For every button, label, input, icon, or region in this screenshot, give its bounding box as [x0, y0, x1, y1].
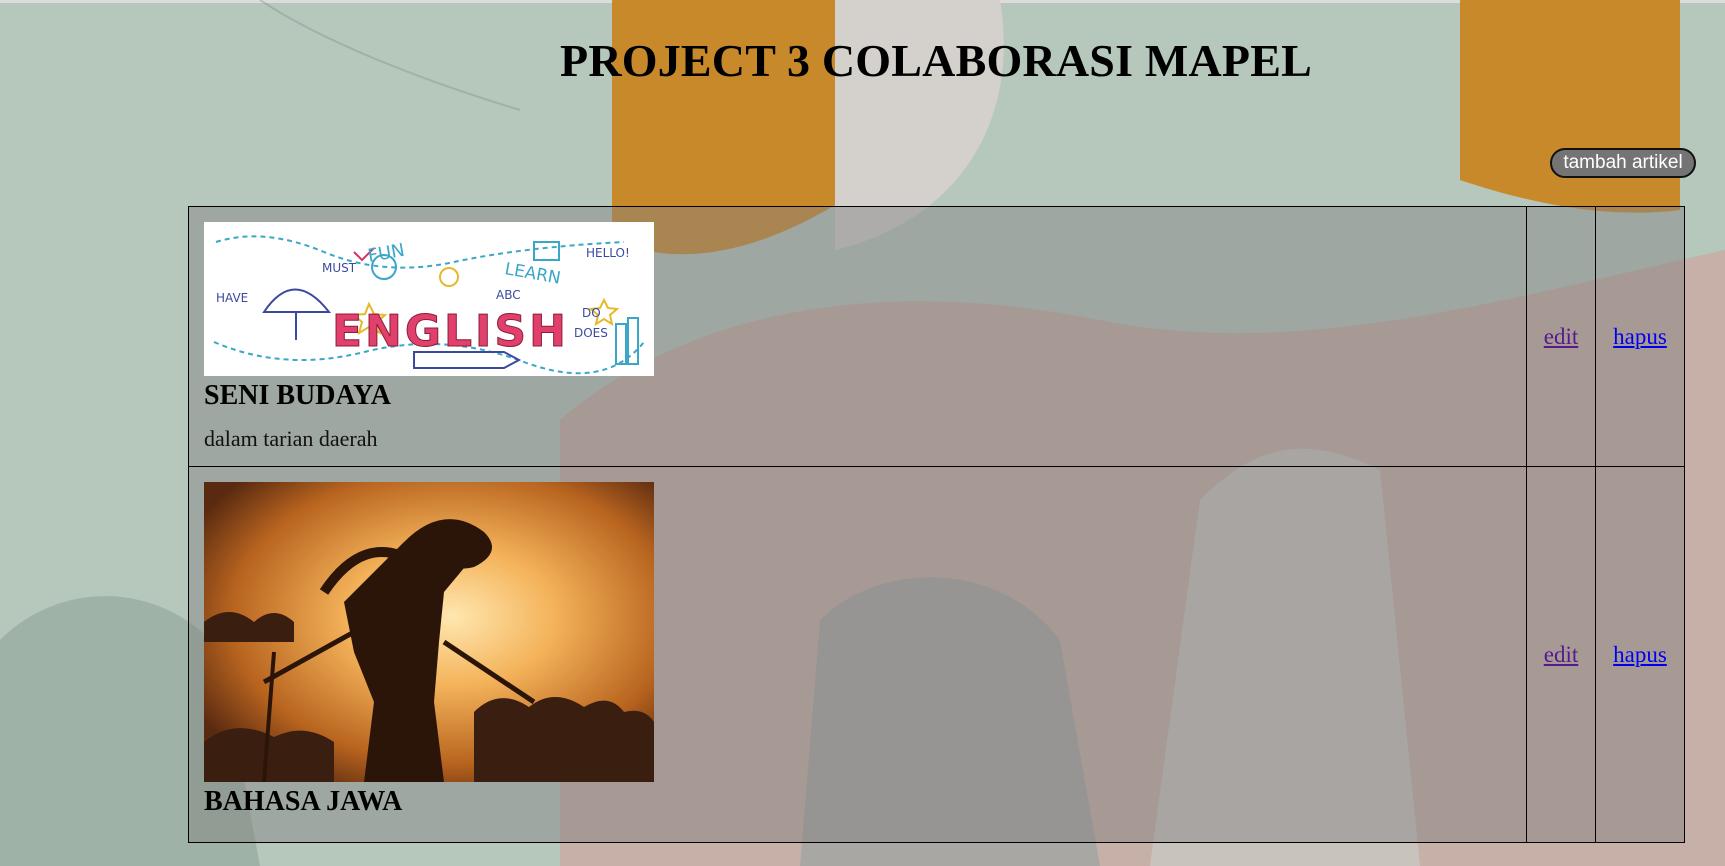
svg-text:DOES: DOES [574, 326, 608, 340]
table-row: BAHASA JAWA edit hapus [188, 466, 1685, 843]
edit-link[interactable]: edit [1544, 642, 1579, 667]
svg-text:MUST: MUST [322, 261, 357, 275]
edit-cell: edit [1526, 466, 1596, 843]
delete-link[interactable]: hapus [1613, 642, 1667, 667]
page: PROJECT 3 COLABORASI MAPEL tambah artike… [0, 0, 1725, 866]
svg-text:ABC: ABC [496, 288, 521, 302]
edit-cell: edit [1526, 206, 1596, 467]
delete-link[interactable]: hapus [1613, 324, 1667, 349]
articles-table: FUN LEARN HELLO! MUST HAVE ABC DO DOES E… [188, 206, 1685, 843]
edit-link[interactable]: edit [1544, 324, 1579, 349]
delete-cell: hapus [1595, 466, 1685, 843]
page-title: PROJECT 3 COLABORASI MAPEL [560, 35, 1312, 86]
english-logo-text: ENGLISH [332, 306, 569, 357]
article-title: SENI BUDAYA [204, 380, 392, 411]
article-image-english: FUN LEARN HELLO! MUST HAVE ABC DO DOES E… [204, 222, 654, 376]
table-row: FUN LEARN HELLO! MUST HAVE ABC DO DOES E… [188, 206, 1685, 467]
delete-cell: hapus [1595, 206, 1685, 467]
svg-text:DO: DO [582, 306, 601, 320]
article-content-cell: FUN LEARN HELLO! MUST HAVE ABC DO DOES E… [188, 206, 1527, 467]
article-title: BAHASA JAWA [204, 786, 403, 817]
article-description: dalam tarian daerah [204, 426, 378, 451]
add-article-button[interactable]: tambah artikel [1550, 148, 1696, 178]
article-content-cell: BAHASA JAWA [188, 466, 1527, 843]
svg-text:HELLO!: HELLO! [586, 246, 630, 260]
article-image-wayang [204, 482, 654, 782]
svg-text:HAVE: HAVE [216, 291, 248, 305]
